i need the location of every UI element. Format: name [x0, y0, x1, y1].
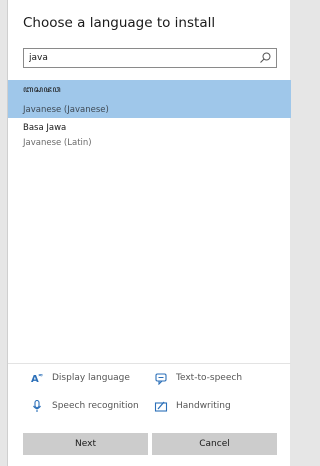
search-box[interactable]	[23, 48, 277, 68]
language-name: Javanese (Latin)	[23, 138, 92, 148]
language-native-name: ꦧꦱꦗꦮ	[23, 85, 62, 95]
handwriting-icon	[154, 401, 168, 412]
language-install-dialog: Choose a language to install ꦧꦱꦗꦮ Javane…	[7, 0, 291, 466]
language-list: ꦧꦱꦗꦮ Javanese (Javanese) Basa Jawa Javan…	[8, 80, 291, 156]
display-language-icon: A ≈	[31, 372, 43, 385]
language-native-name: Basa Jawa	[23, 123, 67, 133]
microphone-icon	[33, 399, 41, 412]
language-features: A ≈ Display language Text-to-speech Spee…	[8, 363, 291, 412]
search-icon[interactable]	[258, 51, 272, 65]
next-button[interactable]: Next	[23, 433, 148, 455]
feature-text-to-speech: Text-to-speech	[154, 370, 242, 386]
feature-display-language: A ≈ Display language	[31, 372, 130, 385]
cancel-button[interactable]: Cancel	[152, 433, 277, 455]
svg-text:≈: ≈	[38, 372, 43, 379]
language-list-item-javanese-latin[interactable]: Basa Jawa Javanese (Latin)	[8, 118, 291, 156]
search-input[interactable]	[29, 51, 254, 65]
feature-speech-recognition: Speech recognition	[30, 398, 139, 414]
feature-handwriting: Handwriting	[154, 398, 231, 414]
language-list-item-javanese-script[interactable]: ꦧꦱꦗꦮ Javanese (Javanese)	[8, 80, 291, 118]
language-name: Javanese (Javanese)	[23, 105, 109, 115]
dialog-title: Choose a language to install	[23, 15, 216, 31]
text-to-speech-icon	[155, 373, 167, 385]
